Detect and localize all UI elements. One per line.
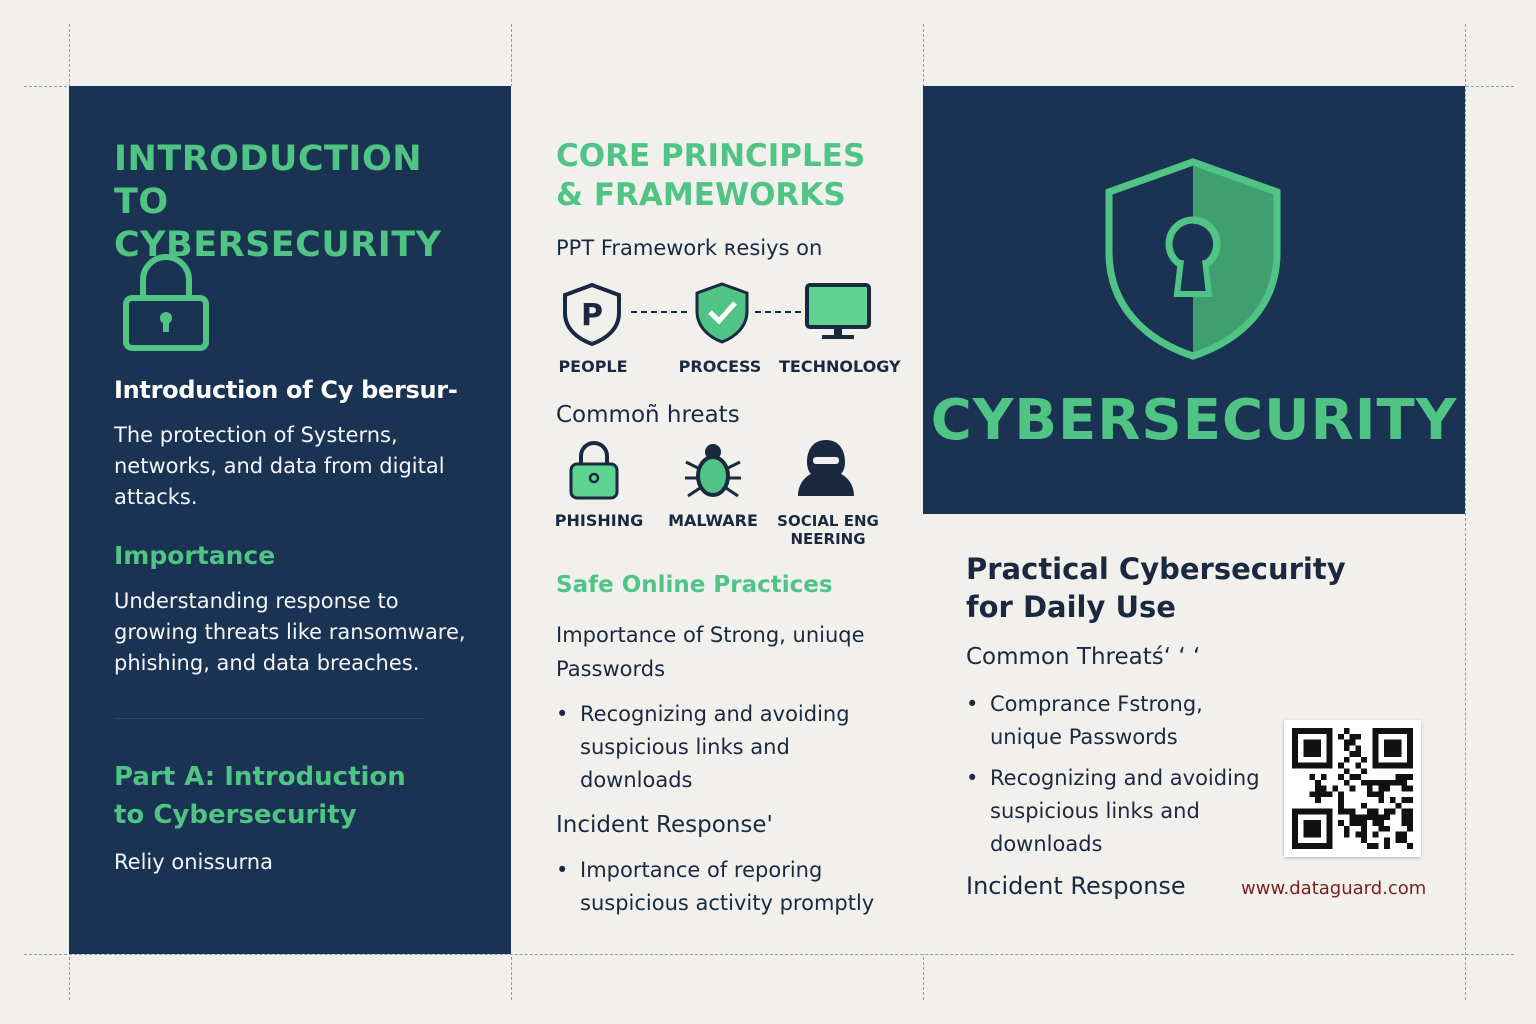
passwords-text: Importance of Strong, uniuqe Passwords xyxy=(556,623,865,681)
list-item: Importance of reporing suspicious activi… xyxy=(556,854,896,920)
intro-text: The protection of Systerns, networks, an… xyxy=(114,423,445,509)
left-panel: INTRODUCTION TO CYBERSECURITY Introducti… xyxy=(69,86,511,954)
p-shield-icon: P xyxy=(559,281,625,351)
safe-bullets: Recognizing and avoiding suspicious link… xyxy=(556,698,886,797)
padlock-icon xyxy=(121,248,211,356)
ppt-label-people: PEOPLE xyxy=(558,357,628,376)
ppt-label-technology: TECHNOLOGY xyxy=(779,357,901,376)
keyhole-shield-icon xyxy=(1101,156,1285,364)
part-a-text: Reliy onissurna xyxy=(114,850,273,874)
website-link[interactable]: www.dataguard.com xyxy=(1241,878,1426,899)
list-item: Recognizing and avoiding suspicious link… xyxy=(556,698,886,797)
right-incident-title: Incident Response xyxy=(966,872,1186,900)
right-threats-title: Common Threatś‘ ‘ ‘ xyxy=(966,644,1201,670)
mid-heading: CORE PRINCIPLES & FRAMEWORKS xyxy=(556,138,866,213)
threats-title: Commoñ hreats xyxy=(556,402,740,428)
incident-title: Incident Response' xyxy=(556,812,773,838)
importance-text: Understanding response to growing threat… xyxy=(114,589,466,675)
connector-2 xyxy=(755,311,801,313)
bug-icon xyxy=(683,438,743,506)
crop-line-4 xyxy=(1465,24,1466,1000)
threat-label-malware: MALWARE xyxy=(668,511,758,530)
lock-icon xyxy=(567,438,621,506)
right-bullets: Comprance Fstrong, unique Passwords Reco… xyxy=(966,688,1266,861)
svg-text:P: P xyxy=(581,298,603,333)
right-panel: CYBERSECURITY Practical Cybersecurity fo… xyxy=(923,86,1465,954)
monitor-icon xyxy=(804,282,872,346)
divider xyxy=(114,718,424,719)
crop-line-bottom xyxy=(24,954,1514,955)
check-shield-icon xyxy=(693,281,751,349)
cover-title: CYBERSECURITY xyxy=(930,388,1458,453)
middle-panel: CORE PRINCIPLES & FRAMEWORKS PPT Framewo… xyxy=(511,86,923,954)
part-a-title: Part A: Introduction to Cybersecurity xyxy=(114,762,406,830)
connector-1 xyxy=(631,311,687,313)
ppt-framework-line: PPT Framework ʀesiys on xyxy=(556,236,823,260)
hacker-icon xyxy=(795,436,857,502)
qr-code[interactable] xyxy=(1284,720,1421,857)
list-item: Recognizing and avoiding suspicious link… xyxy=(966,762,1266,861)
importance-title: Importance xyxy=(114,541,276,570)
list-item: Comprance Fstrong, unique Passwords xyxy=(966,688,1266,754)
threat-label-social-engineering: SOCIAL ENG NEERING xyxy=(777,512,879,548)
practical-title: Practical Cybersecurity for Daily Use xyxy=(966,552,1346,624)
ppt-label-process: PROCESS xyxy=(678,357,762,376)
intro-title: Introduction of Cy bersur- xyxy=(114,376,458,404)
threat-label-phishing: PHISHING xyxy=(554,511,644,530)
safe-title: Safe Online Practices xyxy=(556,572,833,598)
cover-block: CYBERSECURITY xyxy=(923,86,1465,514)
incident-bullets: Importance of reporing suspicious activi… xyxy=(556,854,896,920)
